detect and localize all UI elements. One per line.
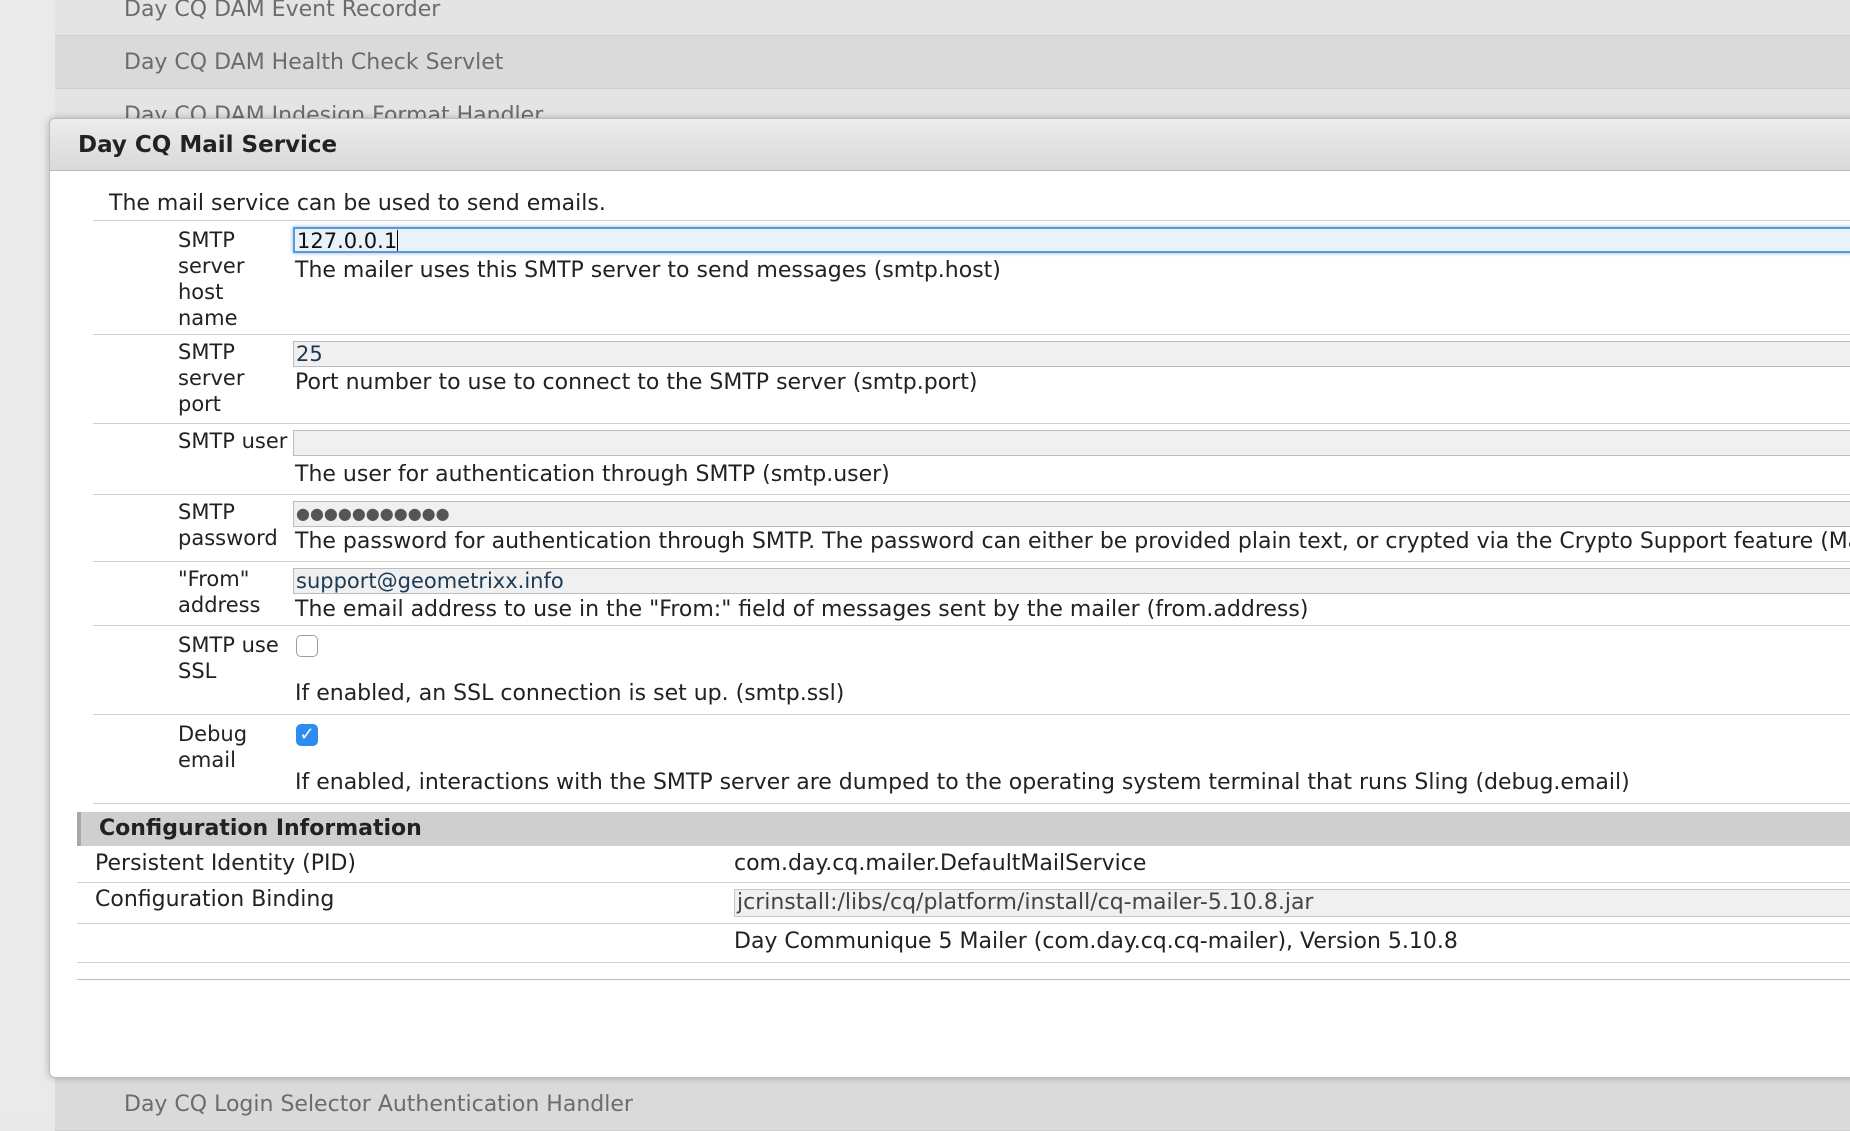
smtp-password-input[interactable]: ●●●●●●●●●●●	[293, 501, 1850, 527]
field-label: SMTP use SSL	[178, 633, 279, 683]
smtp-ssl-checkbox[interactable]	[296, 635, 318, 657]
field-label: "From" address	[178, 567, 261, 617]
field-help: The mailer uses this SMTP server to send…	[295, 258, 1001, 283]
divider	[77, 979, 1850, 980]
field-row-smtp-password: SMTP password ●●●●●●●●●●● The password f…	[93, 495, 1850, 562]
smtp-host-input[interactable]: 127.0.0.1	[293, 227, 1850, 253]
left-gutter	[0, 0, 56, 1114]
field-row-smtp-ssl: SMTP use SSL If enabled, an SSL connecti…	[93, 626, 1850, 715]
binding-label: Configuration Binding	[95, 887, 335, 912]
text-cursor	[397, 230, 399, 251]
pid-label: Persistent Identity (PID)	[95, 851, 356, 876]
from-address-input[interactable]: support@geometrixx.info	[293, 568, 1850, 594]
field-label: SMTP server host name	[178, 228, 245, 330]
smtp-port-input[interactable]: 25	[293, 341, 1850, 367]
field-label: SMTP password	[178, 500, 278, 550]
field-row-smtp-host: SMTP server host name 127.0.0.1 The mail…	[93, 220, 1850, 335]
config-dialog: Day CQ Mail Service The mail service can…	[49, 118, 1850, 1078]
field-row-from-address: "From" address support@geometrixx.info T…	[93, 562, 1850, 626]
smtp-user-input[interactable]	[293, 430, 1850, 456]
smtp-host-value: 127.0.0.1	[297, 229, 398, 253]
list-item[interactable]: Day CQ Login Selector Authentication Han…	[55, 1078, 1850, 1131]
info-row-bundle: Day Communique 5 Mailer (com.day.cq.cq-m…	[77, 924, 1850, 963]
checkmark-icon: ✓	[299, 724, 315, 745]
field-label: SMTP server port	[178, 340, 245, 416]
debug-email-checkbox[interactable]: ✓	[296, 724, 318, 746]
config-info-heading: Configuration Information	[77, 812, 1850, 846]
list-item[interactable]: Day CQ DAM Event Recorder	[55, 0, 1850, 36]
field-row-smtp-user: SMTP user The user for authentication th…	[93, 424, 1850, 495]
binding-value[interactable]: jcrinstall:/libs/cq/platform/install/cq-…	[734, 889, 1850, 917]
field-help: The email address to use in the "From:" …	[295, 597, 1309, 622]
field-help: If enabled, an SSL connection is set up.…	[295, 681, 845, 706]
info-row-binding: Configuration Binding jcrinstall:/libs/c…	[77, 883, 1850, 924]
dialog-title[interactable]: Day CQ Mail Service	[50, 119, 1850, 171]
field-help: The user for authentication through SMTP…	[295, 462, 890, 487]
pid-value: com.day.cq.mailer.DefaultMailService	[734, 851, 1147, 876]
field-row-smtp-port: SMTP server port 25 Port number to use t…	[93, 335, 1850, 424]
list-item[interactable]: Day CQ DAM Health Check Servlet	[55, 36, 1850, 89]
field-label: Debug email	[178, 722, 248, 772]
field-help: The password for authentication through …	[295, 529, 1850, 554]
field-label: SMTP user	[178, 429, 288, 453]
dialog-description: The mail service can be used to send ema…	[109, 191, 606, 216]
field-help: Port number to use to connect to the SMT…	[295, 370, 978, 395]
info-row-pid: Persistent Identity (PID) com.day.cq.mai…	[77, 846, 1850, 883]
field-help: If enabled, interactions with the SMTP s…	[295, 770, 1630, 795]
field-row-debug-email: Debug email ✓ If enabled, interactions w…	[93, 715, 1850, 804]
bundle-value[interactable]: Day Communique 5 Mailer (com.day.cq.cq-m…	[734, 929, 1458, 954]
